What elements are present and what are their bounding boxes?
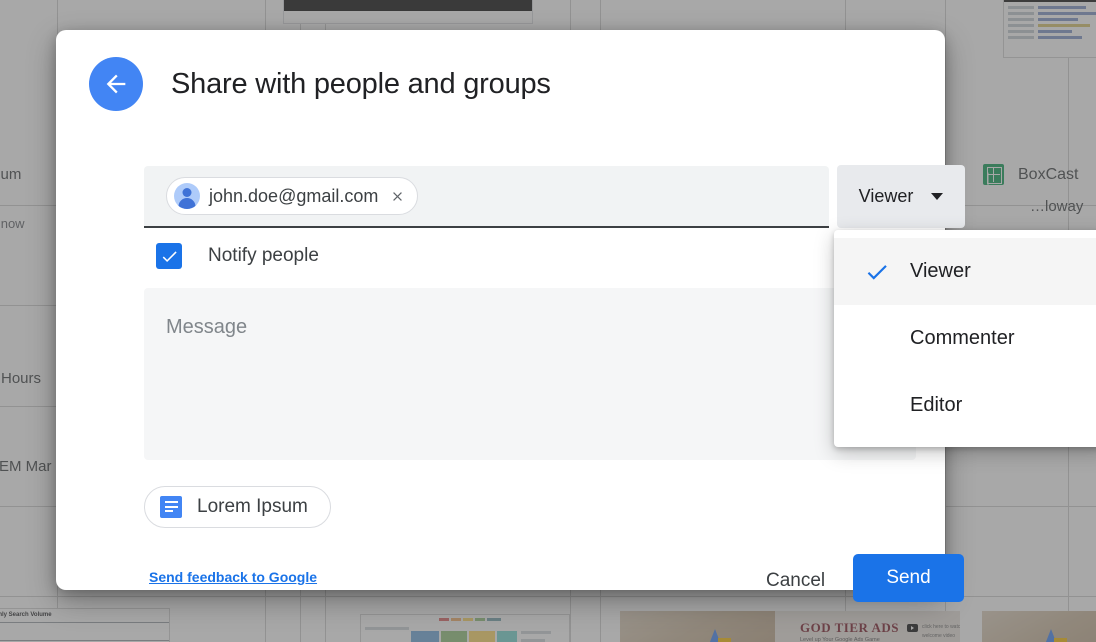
google-docs-icon bbox=[160, 496, 182, 518]
bg-thumbnail-ad: GOD TIER ADS Level up Your Google Ads Ga… bbox=[620, 611, 960, 642]
role-option-label: Viewer bbox=[910, 260, 971, 282]
bg-file-meta: …st now bbox=[0, 216, 25, 231]
bg-thumbnail-colored-sheet bbox=[360, 614, 570, 642]
bg-ad-note: click here to watch the welcome video bbox=[922, 624, 960, 639]
bg-thumbnail-search-volume: Monthly Search Volume 100 70 bbox=[0, 608, 170, 642]
role-option-commenter[interactable]: Commenter bbox=[834, 305, 1096, 372]
role-option-editor[interactable]: Editor bbox=[834, 372, 1096, 439]
message-placeholder: Message bbox=[166, 316, 248, 338]
role-select-value: Viewer bbox=[858, 186, 914, 206]
notify-people-label: Notify people bbox=[208, 245, 319, 266]
message-textarea[interactable]: Message bbox=[144, 288, 916, 460]
role-select-button[interactable]: Viewer bbox=[837, 165, 965, 228]
bg-file-name: …EM Mar bbox=[0, 458, 52, 475]
checkbox-checked bbox=[156, 243, 182, 269]
recipient-email: john.doe@gmail.com bbox=[209, 185, 379, 206]
attachment-chip[interactable]: Lorem Ipsum bbox=[144, 486, 331, 528]
bg-file-name: …Hours bbox=[0, 370, 42, 387]
role-option-label: Commenter bbox=[910, 327, 1015, 349]
bg-file-name: …sum bbox=[0, 166, 22, 183]
bg-file-name: BoxCast bbox=[1018, 166, 1079, 183]
cancel-button[interactable]: Cancel bbox=[758, 564, 833, 598]
remove-recipient-button[interactable] bbox=[387, 186, 407, 206]
share-dialog: Share with people and groups john.doe@gm… bbox=[56, 30, 1096, 602]
bg-thumbnail-sheet bbox=[1003, 0, 1096, 58]
bg-thumbnail-doc bbox=[283, 0, 533, 24]
bg-thumbnail-sheet-label: Monthly Search Volume bbox=[0, 612, 52, 618]
bg-ad-subtitle: Level up Your Google Ads Game bbox=[800, 637, 880, 642]
notify-people-checkbox[interactable]: Notify people bbox=[156, 243, 319, 269]
back-button[interactable] bbox=[89, 57, 143, 111]
arrow-left-icon bbox=[106, 74, 126, 94]
check-icon bbox=[162, 250, 177, 262]
role-option-label: Editor bbox=[910, 394, 963, 416]
role-option-viewer[interactable]: Viewer bbox=[834, 238, 1096, 305]
role-dropdown-menu: Viewer Commenter Editor bbox=[834, 230, 1096, 447]
recipient-chip[interactable]: john.doe@gmail.com bbox=[166, 177, 419, 215]
attachment-label: Lorem Ipsum bbox=[197, 496, 308, 517]
check-icon bbox=[864, 259, 898, 285]
chevron-down-icon bbox=[931, 193, 944, 200]
close-x-icon bbox=[392, 191, 402, 201]
recipients-input[interactable]: john.doe@gmail.com bbox=[144, 166, 829, 228]
page-title: Share with people and groups bbox=[171, 67, 551, 100]
send-button[interactable]: Send bbox=[853, 554, 964, 602]
bg-ad-title: GOD TIER ADS bbox=[800, 620, 899, 635]
dialog-header: Share with people and groups bbox=[56, 30, 945, 138]
person-avatar-icon bbox=[174, 183, 200, 209]
bg-thumbnail-ad-2 bbox=[982, 611, 1096, 642]
youtube-icon bbox=[907, 624, 918, 632]
send-feedback-link[interactable]: Send feedback to Google bbox=[149, 569, 317, 585]
bg-file-owner: …loway bbox=[1030, 198, 1084, 215]
google-sheets-icon bbox=[983, 164, 1004, 185]
